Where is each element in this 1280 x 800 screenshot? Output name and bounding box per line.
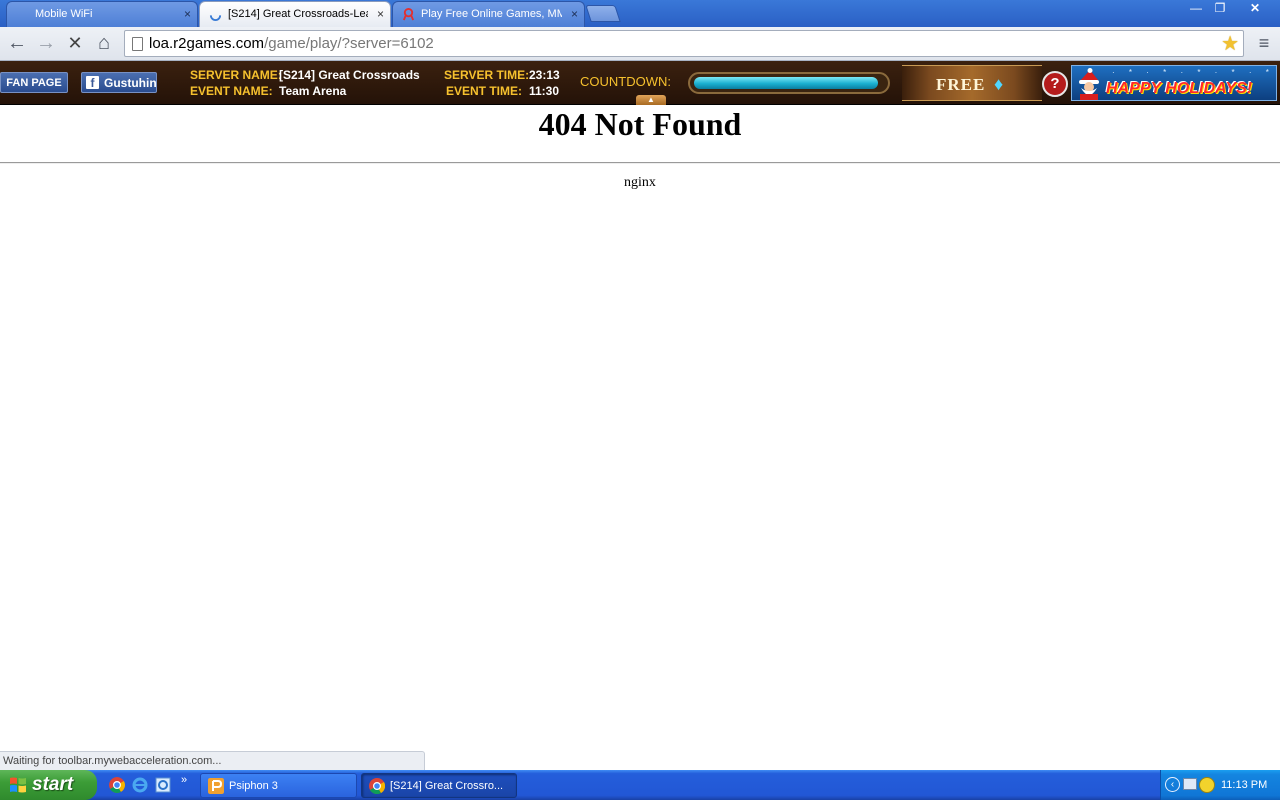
countdown-progress-bar (688, 72, 890, 94)
url-path: /game/play/?server=6102 (264, 35, 434, 52)
task-label: [S214] Great Crossro... (390, 780, 504, 792)
start-button[interactable]: start (0, 770, 97, 800)
event-time-label: EVENT TIME: (446, 84, 523, 98)
event-time-value: 11:30 (529, 84, 560, 98)
diamond-gem-icon: ♦ (994, 74, 1004, 94)
help-icon[interactable]: ? (1042, 71, 1068, 97)
url-host: loa.r2games.com (149, 35, 265, 52)
status-bubble: Waiting for toolbar.mywebacceleration.co… (0, 751, 425, 770)
facebook-icon: f (86, 76, 99, 90)
windows-logo-icon (10, 777, 26, 793)
horizontal-rule (0, 162, 1280, 164)
window-close-icon[interactable]: ✕ (1232, 1, 1278, 18)
home-icon[interactable]: ⌂ (93, 33, 115, 55)
holiday-banner-text: HAPPY HOLIDAYS! (1106, 80, 1253, 97)
page-icon (132, 37, 143, 51)
task-label: Psiphon 3 (229, 780, 278, 792)
back-arrow-icon[interactable]: ← (6, 33, 28, 55)
collapse-bar-toggle[interactable]: ▲ (636, 95, 666, 105)
snowflakes-decoration: · * · * · * · * · * · * · * · (1112, 68, 1276, 77)
event-name-value: Team Arena (279, 84, 347, 98)
internet-explorer-icon[interactable] (132, 777, 148, 793)
santa-icon (1079, 68, 1099, 100)
countdown-progress-fill (694, 77, 878, 89)
forward-arrow-icon[interactable]: → (35, 33, 57, 55)
maximize-icon[interactable]: ❐ (1208, 1, 1232, 18)
minimize-icon[interactable]: — (1184, 1, 1208, 18)
address-bar[interactable]: loa.r2games.com/game/play/?server=6102 ★ (124, 30, 1244, 57)
browser-tab-strip: Mobile WiFi × [S214] Great Crossroads-Le… (0, 0, 1280, 28)
tab-great-crossroads[interactable]: [S214] Great Crossroads-League of Angels… (199, 1, 391, 28)
chrome-quicklaunch-icon[interactable] (109, 777, 125, 793)
facebook-user-button[interactable]: f Gustuhin (81, 72, 157, 93)
menu-icon[interactable]: ≡ (1254, 34, 1274, 54)
browser-toolbar: ← → ✕ ⌂ loa.r2games.com/game/play/?serve… (0, 27, 1280, 61)
facebook-username: Gustuhin (104, 76, 157, 90)
stop-loading-icon[interactable]: ✕ (64, 33, 86, 55)
server-name-value: [S214] Great Crossroads (279, 68, 420, 82)
network-icon[interactable] (1183, 778, 1197, 790)
happy-holidays-banner[interactable]: · * · * · * · * · * · * · * · HAPPY HOLI… (1071, 65, 1277, 101)
tab-label: Play Free Online Games, MMO (421, 8, 562, 20)
free-gems-banner[interactable]: FREE ♦ (902, 65, 1042, 101)
address-url[interactable]: loa.r2games.com/game/play/?server=6102 (149, 35, 434, 52)
tab-close-icon[interactable]: × (377, 2, 384, 26)
server-signature: nginx (624, 175, 656, 190)
tab-label: Mobile WiFi (35, 8, 93, 20)
free-banner-text: FREE (936, 75, 986, 94)
taskbar-item-psiphon[interactable]: Psiphon 3 (200, 773, 357, 798)
server-name-label: SERVER NAME: (190, 68, 282, 82)
system-tray: ‹ 11:13 PM (1160, 770, 1280, 800)
psiphon-icon (208, 778, 224, 794)
event-name-label: EVENT NAME: (190, 84, 273, 98)
quicklaunch-more-icon[interactable]: » (181, 774, 187, 786)
server-time-value: 23:13 (529, 68, 560, 82)
new-tab-button[interactable] (585, 5, 621, 22)
tab-close-icon[interactable]: × (184, 2, 191, 26)
countdown-label: COUNTDOWN: (580, 74, 671, 89)
show-hidden-icons-icon[interactable]: ‹ (1165, 777, 1180, 792)
tab-label: [S214] Great Crossroads-League of Angels (228, 8, 368, 20)
tab-close-icon[interactable]: × (571, 2, 578, 26)
loading-spinner-icon (209, 15, 222, 21)
taskbar-item-chrome[interactable]: [S214] Great Crossro... (361, 773, 517, 798)
taskbar: start » Psiphon 3 [S214] Great Crossro..… (0, 770, 1280, 800)
chrome-icon (369, 778, 385, 794)
bookmark-star-icon[interactable]: ★ (1221, 31, 1239, 56)
messenger-icon[interactable] (1199, 777, 1215, 793)
tab-mobile-wifi[interactable]: Mobile WiFi × (6, 1, 198, 27)
fan-page-button[interactable]: FAN PAGE (0, 72, 68, 93)
ie-quicklaunch-icon[interactable] (155, 777, 171, 793)
r2games-logo-icon (402, 8, 415, 21)
server-time-label: SERVER TIME: (444, 68, 530, 82)
system-clock[interactable]: 11:13 PM (1221, 770, 1267, 800)
tab-play-free-games[interactable]: Play Free Online Games, MMO × (392, 1, 585, 27)
start-label: start (32, 774, 74, 795)
page-title: 404 Not Found (538, 106, 742, 142)
page-content: 404 Not Found nginx (0, 105, 1280, 751)
